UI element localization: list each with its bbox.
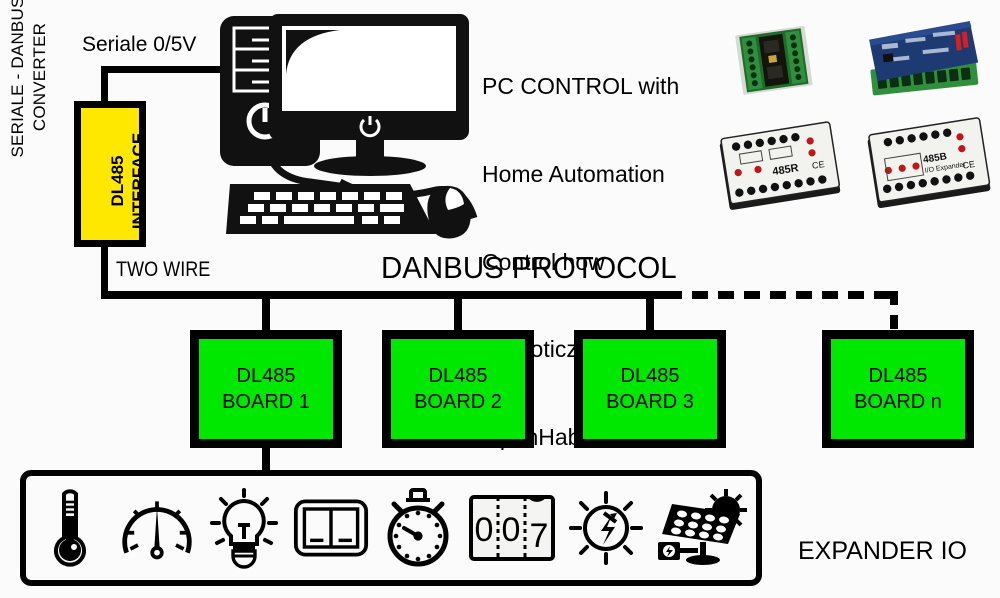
danbus-dashed-line bbox=[666, 291, 898, 299]
svg-text:CE: CE bbox=[811, 159, 825, 171]
board-3-line-2: BOARD 3 bbox=[606, 391, 694, 413]
counter-digit-2: 0 bbox=[501, 511, 520, 549]
dl485-interface-label: DL485 INTERFACE bbox=[107, 108, 148, 254]
pcb-photo-green-module bbox=[733, 22, 819, 100]
diagram-canvas: SERIALE - DANBUS CONVERTER Seriale 0/5V … bbox=[0, 0, 1000, 598]
danbus-main-line bbox=[101, 291, 671, 299]
two-wire-label: TWO WIRE bbox=[116, 258, 211, 281]
dl485-board-3[interactable]: DL485 BOARD 3 bbox=[574, 330, 726, 448]
board-2-drop-wire bbox=[454, 293, 462, 333]
left-caption-line-2: CONVERTER bbox=[30, 22, 50, 132]
expander-io-caption: EXPANDER IO I2C ONEWIRE bbox=[775, 468, 990, 598]
pcb-photo-dl485b: 485B I/O Expander CE bbox=[862, 112, 996, 218]
board-2-line-2: BOARD 2 bbox=[414, 391, 502, 413]
gauge-icon bbox=[119, 482, 195, 574]
expander-caption-line-1: EXPANDER IO bbox=[797, 537, 968, 565]
stopwatch-icon bbox=[380, 482, 456, 574]
board-2-line-1: DL485 bbox=[428, 364, 488, 387]
peripheral-devices-panel: 0 0 7 bbox=[20, 470, 762, 586]
board-3-line-1: DL485 bbox=[620, 364, 680, 387]
board-1-drop-wire bbox=[262, 293, 270, 333]
counter-digit-3: 7 bbox=[529, 517, 548, 555]
board-1-line-1: DL485 bbox=[236, 364, 296, 387]
interface-to-bus-wire bbox=[101, 243, 108, 298]
interface-label-line-1: DL485 bbox=[108, 155, 127, 207]
pc-text-line-2: Home Automation bbox=[482, 161, 665, 188]
serial-danbus-converter-caption: SERIALE - DANBUS CONVERTER bbox=[7, 0, 67, 182]
board-n-line-1: DL485 bbox=[868, 364, 928, 387]
dl485-board-n[interactable]: DL485 BOARD n bbox=[822, 330, 974, 448]
energy-sun-icon bbox=[568, 482, 644, 574]
dl485-interface-box[interactable]: DL485 INTERFACE bbox=[74, 101, 148, 247]
counter-icon: 0 0 7 bbox=[467, 482, 557, 574]
board-3-drop-wire bbox=[646, 293, 654, 333]
serial-link-label: Seriale 0/5V bbox=[82, 33, 197, 56]
pcb-photo-dl485r: 485R CE bbox=[714, 116, 846, 220]
serial-wire-vertical bbox=[101, 66, 108, 106]
interface-label-line-2: INTERFACE bbox=[129, 132, 149, 230]
desktop-computer-icon bbox=[212, 8, 480, 240]
solar-panel-icon bbox=[655, 482, 751, 574]
board-n-line-2: BOARD n bbox=[854, 391, 942, 413]
pcb-photo-blue-module bbox=[862, 16, 988, 112]
dl485-board-1[interactable]: DL485 BOARD 1 bbox=[190, 330, 342, 448]
left-caption-line-1: SERIALE - DANBUS bbox=[8, 0, 27, 158]
counter-digit-1: 0 bbox=[474, 511, 493, 549]
thermometer-icon bbox=[32, 482, 108, 574]
board-1-line-2: BOARD 1 bbox=[222, 391, 310, 413]
wall-switch-icon bbox=[293, 482, 369, 574]
lightbulb-icon bbox=[206, 482, 282, 574]
svg-text:CE: CE bbox=[962, 159, 976, 171]
dl485-board-2[interactable]: DL485 BOARD 2 bbox=[382, 330, 534, 448]
danbus-protocol-title: DANBUS PROTOCOL bbox=[381, 250, 677, 285]
pc-text-line-1: PC CONTROL with bbox=[482, 73, 680, 100]
